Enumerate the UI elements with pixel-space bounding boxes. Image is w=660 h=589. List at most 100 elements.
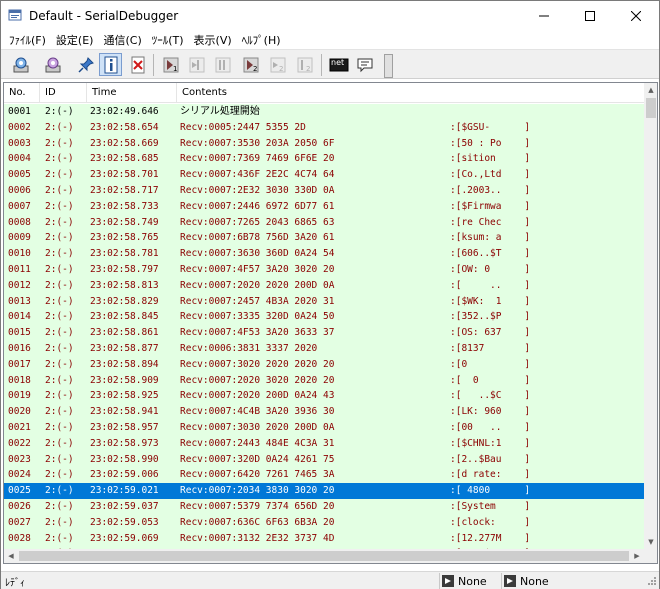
send-next-icon — [189, 57, 204, 72]
send-button[interactable]: 1 — [159, 53, 182, 76]
pin-button[interactable] — [74, 53, 97, 76]
row-time: 23:02:59.006 — [90, 469, 159, 481]
row-time: 23:02:58.909 — [90, 374, 159, 386]
row-contents: Recv:0007:2457 4B3A 2020 31 — [180, 295, 335, 307]
table-row[interactable]: 0017 2:(-) 23:02:58.894 Recv:0007:3020 2020… — [4, 356, 644, 373]
table-row[interactable]: 0027 2:(-) 23:02:59.053 Recv:0007:636C 6F63… — [4, 514, 644, 531]
table-row[interactable]: 0016 2:(-) 23:02:58.877 Recv:0006:3831 3337… — [4, 341, 644, 357]
menu-help[interactable]: ﾍﾙﾌﾟ(H) — [237, 32, 286, 48]
comment-icon — [357, 58, 372, 72]
net-button[interactable]: net — [327, 53, 350, 76]
row-id: 2:(-) — [45, 169, 74, 181]
table-row[interactable]: 0002 2:(-) 23:02:58.654 Recv:0005:2447 5355… — [4, 119, 644, 136]
send-step-button[interactable] — [211, 53, 234, 76]
table-row[interactable]: 0019 2:(-) 23:02:58.925 Recv:0007:2020 200D… — [4, 388, 644, 405]
row-contents: Recv:0007:4F57 3A20 3020 20 — [180, 264, 335, 275]
close-button[interactable] — [613, 1, 659, 30]
connect-button[interactable] — [9, 53, 32, 76]
table-row[interactable]: 0005 2:(-) 23:02:58.701 Recv:0007:436F 2E2C… — [4, 167, 644, 183]
minimize-button[interactable] — [521, 1, 567, 30]
table-row[interactable]: 0026 2:(-) 23:02:59.037 Recv:0007:5379 7374… — [4, 499, 644, 515]
table-row[interactable]: 0010 2:(-) 23:02:58.781 Recv:0007:3630 360D… — [4, 246, 644, 262]
minimize-icon — [539, 15, 549, 16]
send-next-button[interactable] — [185, 53, 208, 76]
row-contents: Recv:0007:7369 7469 6F6E 20 — [180, 153, 335, 165]
menu-communication[interactable]: 通信(C) — [98, 32, 146, 48]
table-row[interactable]: 0021 2:(-) 23:02:58.957 Recv:0007:3030 2020… — [4, 420, 644, 436]
row-no: 0009 — [8, 232, 31, 244]
row-no: 0027 — [8, 516, 31, 528]
row-id: 2:(-) — [45, 406, 74, 418]
table-row[interactable]: 0028 2:(-) 23:02:59.069 Recv:0007:3132 2E32… — [4, 530, 644, 547]
table-row[interactable]: 0015 2:(-) 23:02:58.861 Recv:0007:4F53 3A20… — [4, 325, 644, 341]
send-next2-button[interactable]: 2 — [266, 53, 289, 76]
clear-button[interactable] — [126, 53, 149, 76]
comment-button[interactable] — [353, 53, 376, 76]
table-row[interactable]: 0009 2:(-) 23:02:58.765 Recv:0007:6B78 756D… — [4, 230, 644, 247]
row-id: 2:(-) — [45, 437, 74, 449]
table-row[interactable]: 0018 2:(-) 23:02:58.909 Recv:0007:2020 3020… — [4, 372, 644, 389]
menu-settings[interactable]: 設定(E) — [51, 32, 99, 48]
header-id[interactable]: ID — [40, 83, 87, 103]
header-no[interactable]: No. — [4, 83, 40, 103]
log-list[interactable]: No. ID Time Contents 0001 2:(-) 23:02:49.6… — [3, 82, 658, 564]
info-button[interactable] — [99, 53, 122, 76]
disconnect-button[interactable] — [41, 53, 64, 76]
table-row[interactable]: 0004 2:(-) 23:02:58.685 Recv:0007:7369 7469… — [4, 151, 644, 168]
scroll-right-icon[interactable]: ▶ — [630, 549, 644, 563]
row-no: 0003 — [8, 137, 31, 149]
table-row[interactable]: 0020 2:(-) 23:02:58.941 Recv:0007:4C4B 3A20… — [4, 404, 644, 420]
row-contents: Recv:0007:4C4B 3A20 3936 30 — [180, 406, 335, 418]
table-row[interactable]: 0012 2:(-) 23:02:58.813 Recv:0007:2020 2020… — [4, 277, 644, 294]
row-time: 23:02:58.877 — [90, 343, 159, 354]
table-row[interactable]: 0014 2:(-) 23:02:58.845 Recv:0007:3335 320D… — [4, 309, 644, 326]
horizontal-scrollbar[interactable]: ◀ ▶ — [4, 549, 644, 563]
row-id: 2:(-) — [45, 248, 74, 260]
send-step2-button[interactable]: 2 — [293, 53, 316, 76]
row-contents: Recv:0007:2020 2020 200D 0A — [180, 279, 335, 291]
resize-grip-icon[interactable] — [645, 576, 657, 588]
table-row[interactable]: 0025 2:(-) 23:02:59.021 Recv:0007:2034 3830… — [4, 483, 644, 499]
row-id: 2:(-) — [45, 121, 74, 133]
table-row[interactable]: 0013 2:(-) 23:02:58.829 Recv:0007:2457 4B3A… — [4, 293, 644, 310]
header-contents[interactable]: Contents — [177, 83, 644, 103]
row-id: 2:(-) — [45, 422, 74, 433]
toolbar-overflow-handle[interactable] — [384, 54, 393, 78]
row-contents: シリアル処理開始 — [180, 106, 260, 117]
table-row[interactable]: 0023 2:(-) 23:02:58.990 Recv:0007:320D 0A24… — [4, 451, 644, 468]
table-row[interactable]: 0008 2:(-) 23:02:58.749 Recv:0007:7265 2043… — [4, 214, 644, 231]
scroll-up-icon[interactable]: ▲ — [644, 83, 657, 97]
maximize-button[interactable] — [567, 1, 613, 30]
table-row[interactable]: 0024 2:(-) 23:02:59.006 Recv:0007:6420 7261… — [4, 467, 644, 484]
scroll-left-icon[interactable]: ◀ — [4, 549, 18, 563]
row-id: 2:(-) — [45, 279, 74, 291]
row-no: 0017 — [8, 358, 31, 370]
table-row[interactable]: 0022 2:(-) 23:02:58.973 Recv:0007:2443 484E… — [4, 435, 644, 452]
row-no: 0012 — [8, 279, 31, 291]
row-id: 2:(-) — [45, 453, 74, 465]
header-time[interactable]: Time — [87, 83, 177, 103]
table-row[interactable]: 0003 2:(-) 23:02:58.669 Recv:0007:3530 203A… — [4, 135, 644, 152]
title-bar[interactable]: Default - SerialDebugger — [1, 1, 659, 30]
vertical-scroll-thumb[interactable] — [646, 98, 656, 118]
table-row[interactable]: 0007 2:(-) 23:02:58.733 Recv:0007:2446 6972… — [4, 198, 644, 215]
row-id: 2:(-) — [45, 311, 74, 323]
horizontal-scroll-thumb[interactable] — [19, 551, 629, 561]
row-time: 23:02:58.973 — [90, 437, 159, 449]
row-contents: Recv:0007:3335 320D 0A24 50 — [180, 311, 335, 323]
scroll-down-icon[interactable]: ▼ — [644, 535, 657, 549]
row-contents: Recv:0007:2E32 3030 330D 0A — [180, 185, 335, 196]
send2-button[interactable]: 2 — [239, 53, 262, 76]
status-panel-1: None — [439, 573, 499, 589]
window-title: Default - SerialDebugger — [29, 9, 179, 23]
table-row[interactable]: 0011 2:(-) 23:02:58.797 Recv:0007:4F57 3A20… — [4, 262, 644, 278]
row-id: 2:(-) — [45, 200, 74, 212]
row-id: 2:(-) — [45, 390, 74, 402]
table-row[interactable]: 0006 2:(-) 23:02:58.717 Recv:0007:2E32 3030… — [4, 183, 644, 199]
svg-text:1: 1 — [173, 65, 177, 73]
table-row[interactable]: 0001 2:(-) 23:02:49.646 シリアル処理開始 — [4, 104, 644, 120]
menu-view[interactable]: 表示(V) — [189, 32, 237, 48]
menu-file[interactable]: ﾌｧｲﾙ(F) — [4, 32, 51, 48]
menu-tools[interactable]: ﾂｰﾙ(T) — [147, 32, 189, 48]
vertical-scrollbar[interactable]: ▲ ▼ — [644, 83, 657, 549]
